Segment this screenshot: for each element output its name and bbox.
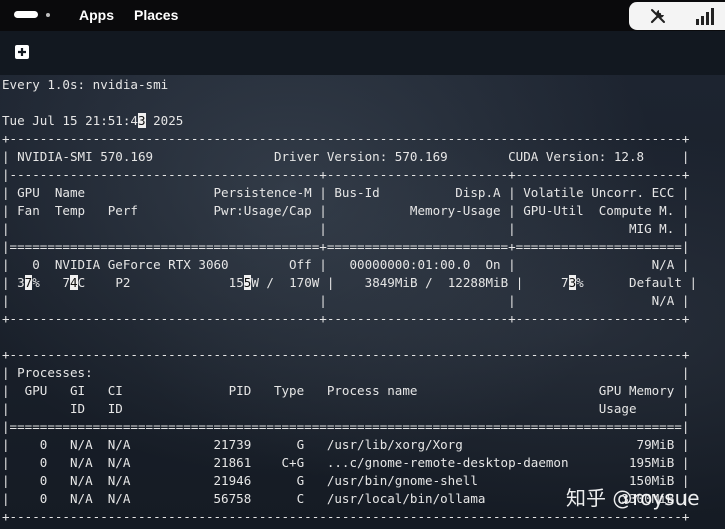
terminal-line: | 0 NVIDIA GeForce RTX 3060 Off | 000000… [2, 257, 690, 272]
line-segment: W / 170W | 3849MiB / 12288MiB | 7 [251, 275, 569, 290]
terminal-line: | 37% 74C P2 155W / 170W | 3849MiB / 122… [2, 274, 697, 292]
terminal-line: | GPU GI CI PID Type Process name GPU Me… [2, 383, 690, 398]
line-segment: | 3 [2, 275, 25, 290]
terminal-line: Every 1.0s: nvidia-smi [2, 77, 169, 92]
highlighted-char: 4 [70, 275, 78, 290]
line-segment: 2025 [145, 113, 184, 128]
workspace-dot-icon [46, 13, 50, 17]
terminal-line: | NVIDIA-SMI 570.169 Driver Version: 570… [2, 149, 690, 164]
line-segment: Tue Jul 15 21:51:4 [2, 113, 138, 128]
signal-icon[interactable] [696, 8, 716, 25]
terminal-line: +---------------------------------------… [2, 311, 690, 326]
terminal-line: | | | N/A | [2, 293, 690, 308]
terminal-output[interactable]: Every 1.0s: nvidia-smi Tue Jul 15 21:51:4… [0, 75, 725, 529]
terminal-line: +---------------------------------------… [2, 131, 690, 146]
new-tab-icon[interactable] [14, 44, 30, 60]
terminal-line: Tue Jul 15 21:51:43 2025 [2, 112, 183, 130]
apps-menu[interactable]: Apps [79, 7, 114, 23]
terminal-line: | Processes: | [2, 365, 690, 380]
highlighted-char: 3 [137, 113, 146, 128]
terminal-line: | 0 N/A N/A 21861 C+G ...c/gnome-remote-… [2, 455, 690, 470]
line-segment: % 7 [32, 275, 71, 290]
watermark: 知乎 @roysue [566, 486, 700, 510]
terminal-line: | GPU Name Persistence-M | Bus-Id Disp.A… [2, 185, 690, 200]
top-bar: Apps Places [0, 0, 725, 31]
line-segment: % Default | [576, 275, 698, 290]
line-segment: C P2 15 [77, 275, 244, 290]
terminal-line: |=======================================… [2, 239, 690, 254]
terminal-line: | 0 N/A N/A 21739 G /usr/lib/xorg/Xorg 7… [2, 437, 690, 452]
terminal-line: |=======================================… [2, 419, 690, 434]
terminal-line: | ID ID Usage | [2, 401, 690, 416]
places-menu[interactable]: Places [134, 7, 178, 23]
terminal-line: | | | MIG M. | [2, 221, 690, 236]
system-tray[interactable] [629, 2, 725, 30]
terminal-line: +---------------------------------------… [2, 347, 690, 362]
terminal-header [0, 31, 725, 75]
terminal-line: |---------------------------------------… [2, 167, 690, 182]
activities-icon[interactable] [14, 11, 38, 18]
wrench-icon[interactable] [649, 7, 667, 25]
terminal-line: | Fan Temp Perf Pwr:Usage/Cap | Memory-U… [2, 203, 690, 218]
